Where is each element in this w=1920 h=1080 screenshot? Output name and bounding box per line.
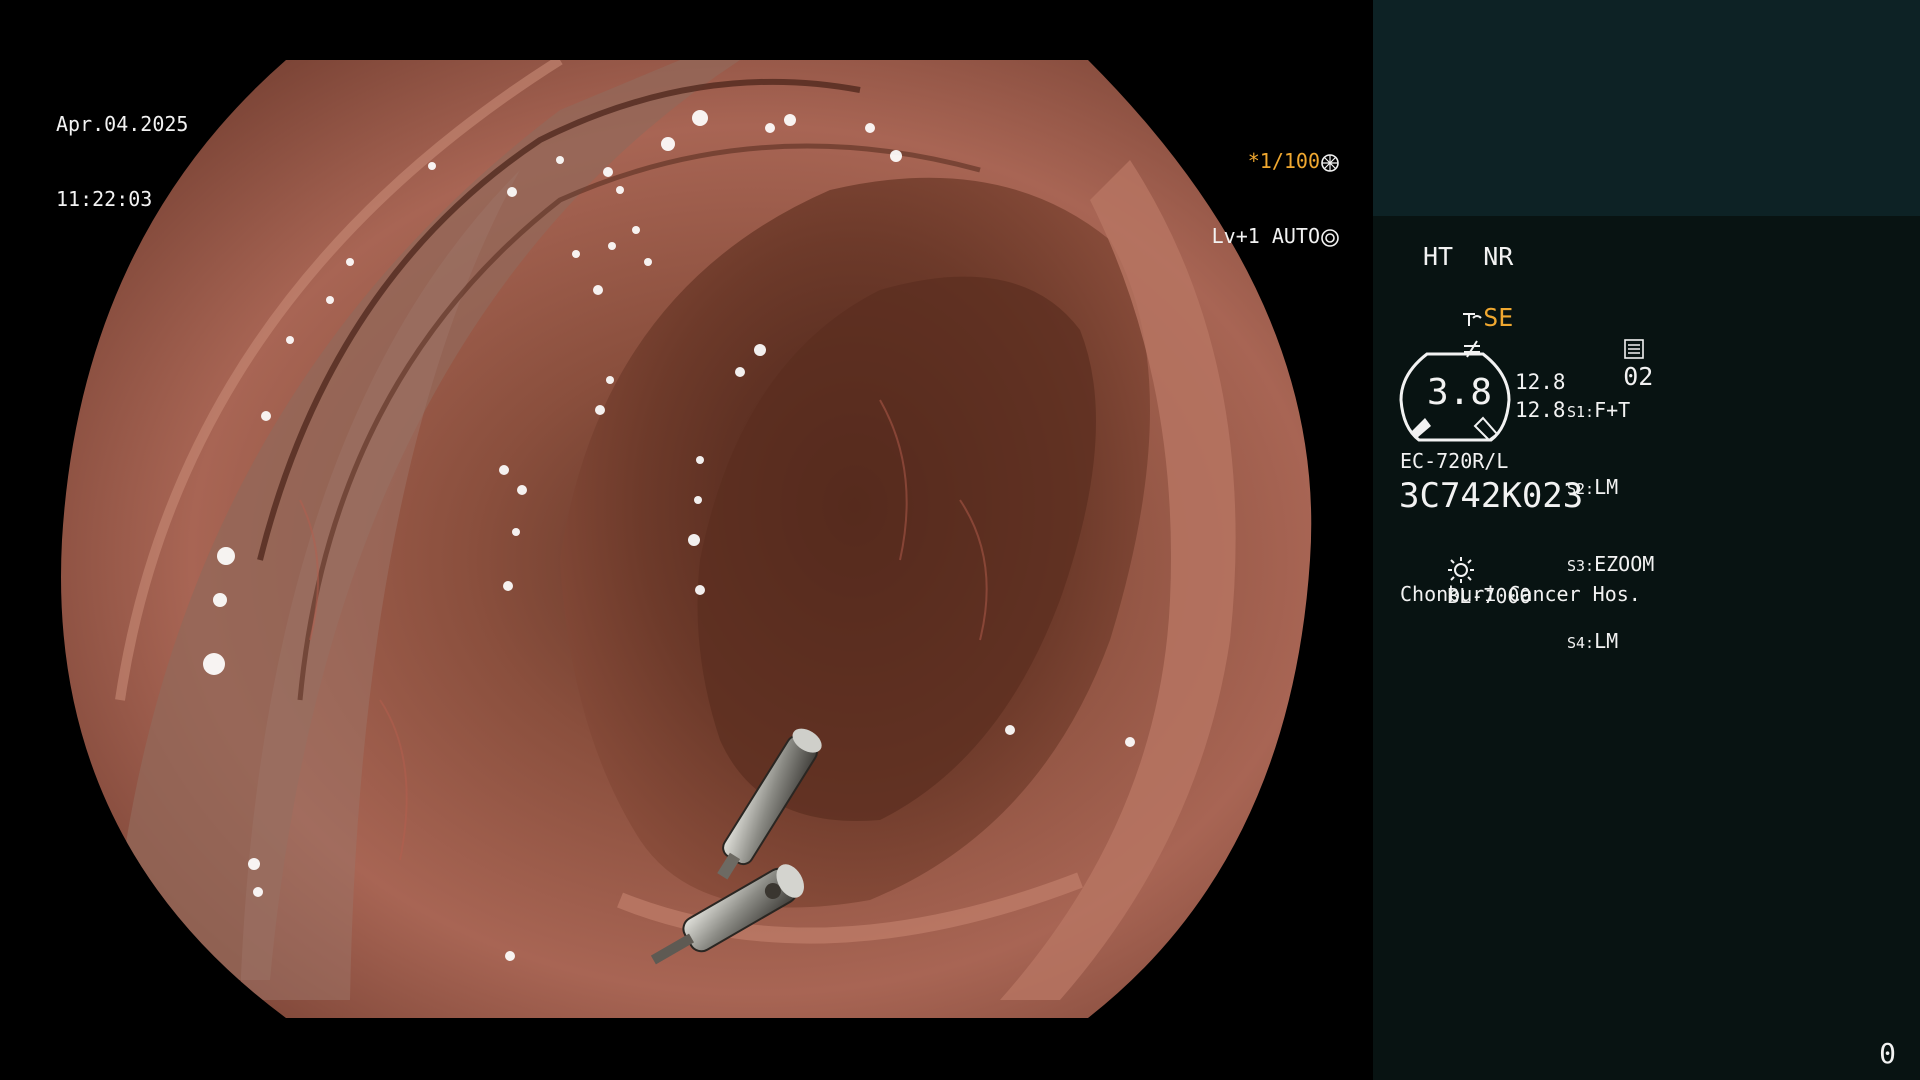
lamp-icon — [1448, 557, 1475, 583]
endoscope-view-area: Apr.04.2025 11:22:03 *1/100 Lv+1 AUTO — [0, 0, 1372, 1080]
switch-item: S3:EZOOM — [1567, 552, 1655, 576]
shutter-text: *1/100 — [1247, 149, 1320, 173]
time-text: 11:22:03 — [56, 187, 153, 211]
aperture-icon — [1321, 153, 1339, 172]
scope-serial: 3C742K023 — [1399, 476, 1584, 516]
switch-list: S1:F+T S2:LM S3:EZOOM S4:LM — [1567, 348, 1654, 706]
image-counter: 0 — [1879, 1037, 1896, 1070]
mode-se: SE — [1483, 303, 1514, 332]
iris-icon — [1321, 228, 1339, 247]
gauge-val-top: 12.8 — [1515, 370, 1566, 394]
exposure-overlay: *1/100 Lv+1 AUTO — [1212, 99, 1340, 299]
gauge-val-bottom: 12.8 — [1515, 398, 1566, 422]
info-panel: HT NR SE 02 3.8 12.8 12.8 S1:F+T S2:LM S… — [1373, 0, 1920, 1080]
scope-model: EC-720R/L — [1400, 449, 1509, 473]
iris-text: Lv+1 AUTO — [1211, 224, 1320, 248]
hospital-name: Chonburi Cancer Hos. — [1400, 582, 1641, 606]
date-text: Apr.04.2025 — [56, 112, 189, 136]
thumbnail-area — [1373, 0, 1920, 216]
gauge-value: 3.8 — [1427, 372, 1493, 413]
switch-item: S4:LM — [1567, 629, 1619, 653]
timestamp-overlay: Apr.04.2025 11:22:03 — [56, 62, 188, 262]
mode-ht-nr: HT NR — [1423, 242, 1514, 271]
mucosa — [61, 60, 1312, 1018]
endoscopic-image — [61, 60, 1312, 1018]
switch-item: S1:F+T — [1567, 398, 1631, 422]
